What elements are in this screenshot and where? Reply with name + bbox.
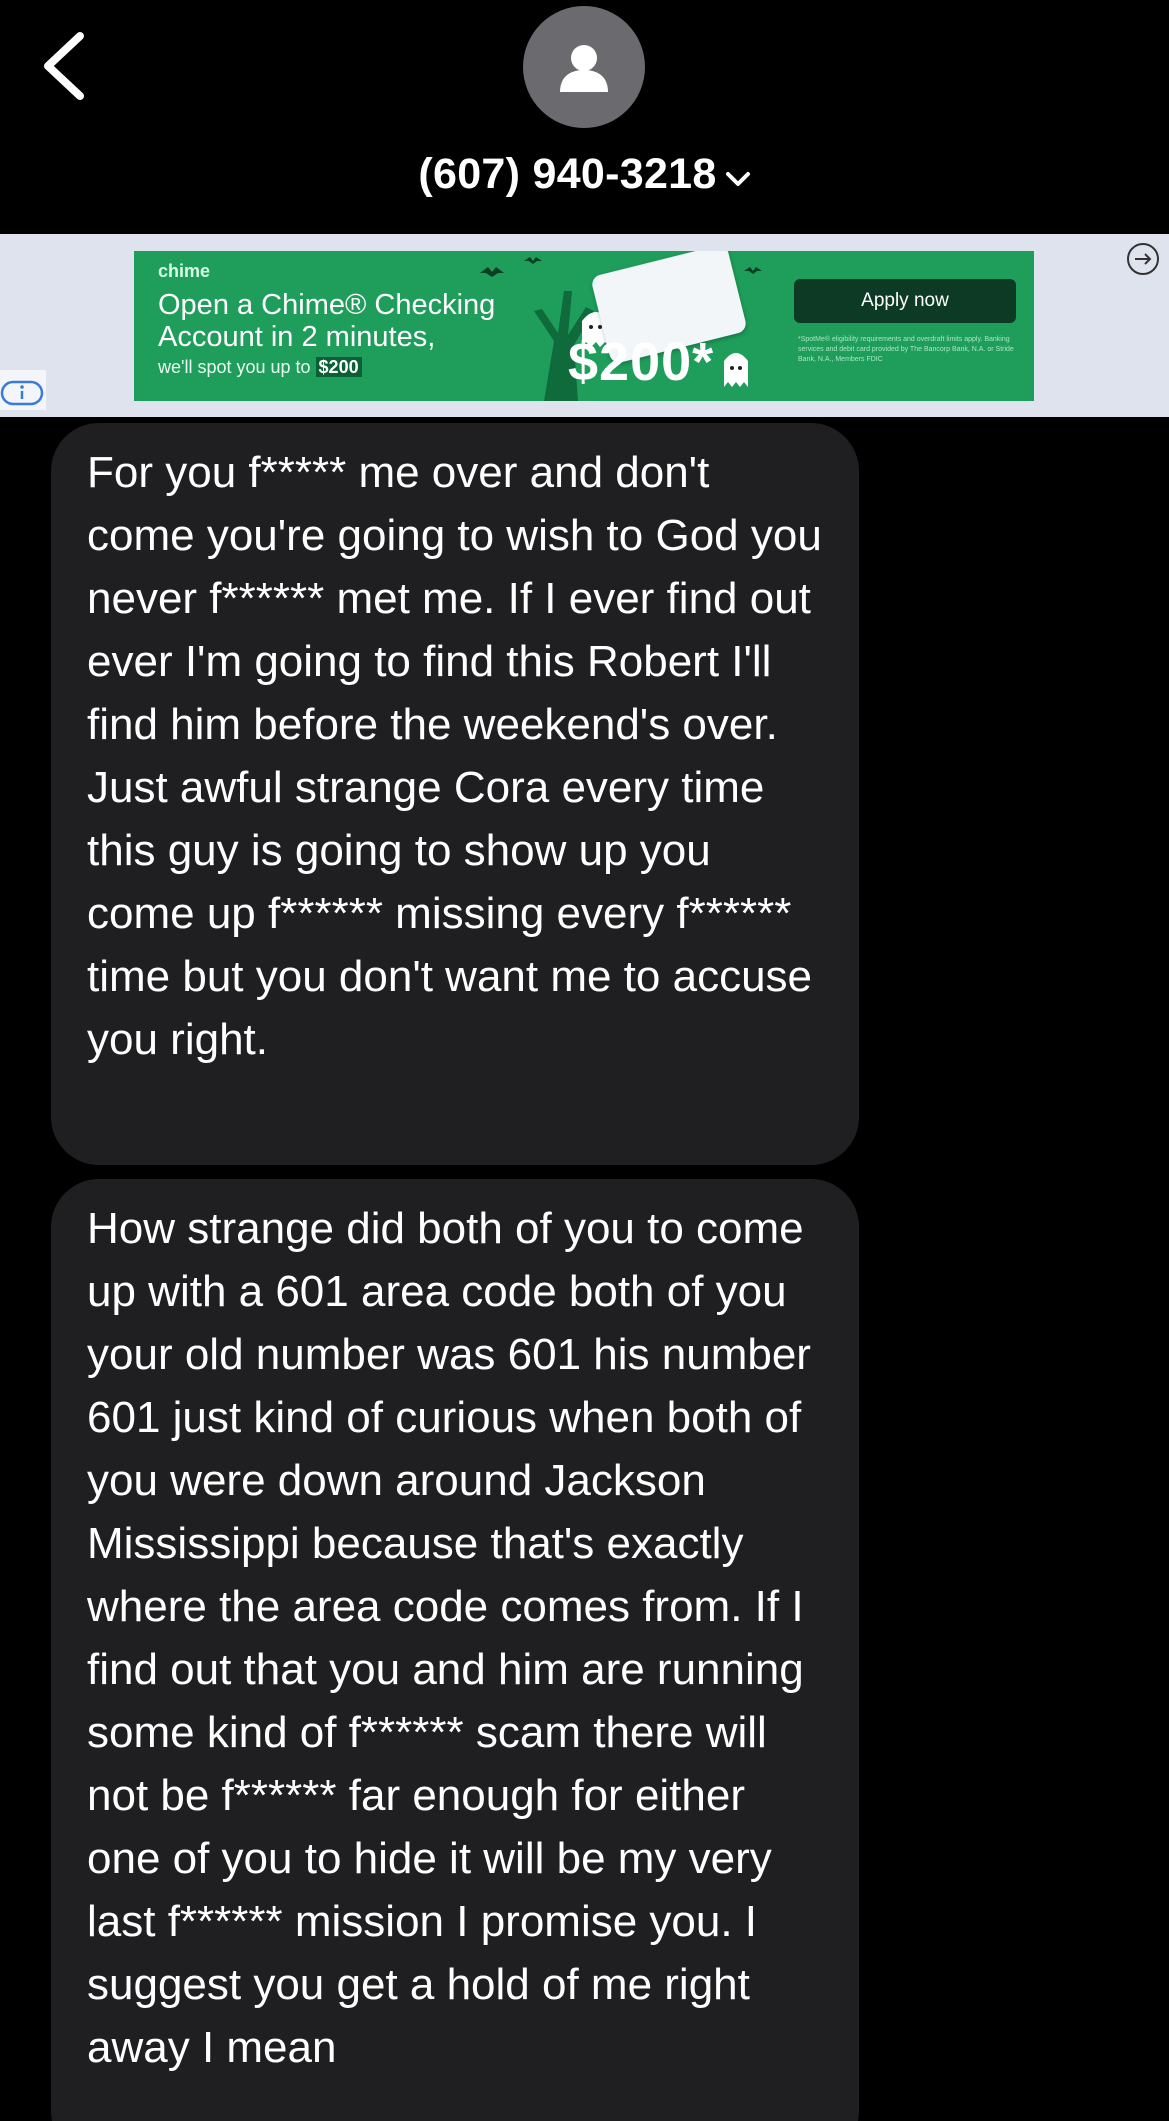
person-icon [560,45,608,92]
ad-headline: Open a Chime® Checking Account in 2 minu… [158,289,496,353]
ad-info-button[interactable] [0,370,46,410]
ad-subtext: we'll spot you up to $200 [158,357,362,378]
ad-creative[interactable]: chime Open a Chime® Checking Account in … [134,251,1034,401]
arrow-right-circle-icon[interactable] [1126,242,1160,276]
ad-brand-logo: chime [158,261,211,281]
ad-amount-graphic: $200* [568,332,715,392]
contact-name-button[interactable]: (607) 940-3218 [0,150,1169,199]
conversation-screen: (607) 940-3218 chime Open a Chime® Check… [0,0,1169,2121]
info-icon [0,380,44,406]
message-bubble-incoming[interactable]: For you f***** me over and don't come yo… [51,423,859,1165]
message-text: For you f***** me over and don't come yo… [87,448,822,1064]
chevron-down-icon [725,150,751,199]
conversation-header: (607) 940-3218 [0,0,1169,234]
contact-avatar[interactable] [523,6,645,128]
ad-fine-print: *SpotMe® eligibility requirements and ov… [798,336,1014,363]
ad-apply-button[interactable]: Apply now [794,279,1016,323]
chevron-left-icon [44,32,84,100]
back-button[interactable] [36,28,96,104]
ad-subtext-amount: $200 [315,357,362,377]
message-bubble-incoming[interactable]: How strange did both of you to come up w… [51,1179,859,2121]
message-text: How strange did both of you to come up w… [87,1204,811,2072]
contact-name: (607) 940-3218 [418,150,717,198]
ad-subtext-prefix: we'll spot you up to [158,357,311,377]
